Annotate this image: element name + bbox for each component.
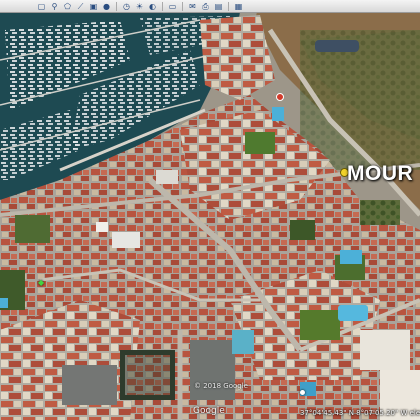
record-tour-icon[interactable]: ● (101, 1, 112, 12)
status-coordinates: 37°04'45.43" N 8°07'05.20" W elev (300, 409, 420, 417)
google-earth-window: ▢ ⚲ ⬠ ⟋ ▣ ● ◷ ☀ ◐ ▭ ✉ ⎙ ▤ ▦ MOUR ◆ © 201… (0, 0, 420, 420)
sidebar-toggle-icon[interactable]: ▢ (36, 1, 47, 12)
place-label[interactable]: MOUR (347, 162, 413, 186)
red-marker-icon[interactable] (276, 93, 284, 101)
maps-icon[interactable]: ▦ (233, 1, 244, 12)
ruler-icon[interactable]: ▭ (167, 1, 178, 12)
earth-toolbar: ▢ ⚲ ⬠ ⟋ ▣ ● ◷ ☀ ◐ ▭ ✉ ⎙ ▤ ▦ (0, 0, 420, 13)
polygon-icon[interactable]: ⬠ (62, 1, 73, 12)
historical-imagery-icon[interactable]: ◷ (121, 1, 132, 12)
path-icon[interactable]: ⟋ (75, 1, 86, 12)
save-image-icon[interactable]: ▤ (213, 1, 224, 12)
photo-pin-icon[interactable]: ◆ (38, 278, 44, 287)
toolbar-divider (228, 1, 229, 11)
toolbar-divider (116, 1, 117, 11)
white-dot-icon (300, 390, 305, 395)
image-overlay-icon[interactable]: ▣ (88, 1, 99, 12)
planets-icon[interactable]: ◐ (147, 1, 158, 12)
toolbar-divider (182, 1, 183, 11)
print-icon[interactable]: ⎙ (200, 1, 211, 12)
placemark-icon[interactable]: ⚲ (49, 1, 60, 12)
sun-icon[interactable]: ☀ (134, 1, 145, 12)
google-logo: Google (193, 406, 225, 416)
toolbar-divider (162, 1, 163, 11)
copyright-notice: © 2018 Google (194, 382, 248, 390)
satellite-map-view[interactable] (0, 0, 420, 420)
email-icon[interactable]: ✉ (187, 1, 198, 12)
